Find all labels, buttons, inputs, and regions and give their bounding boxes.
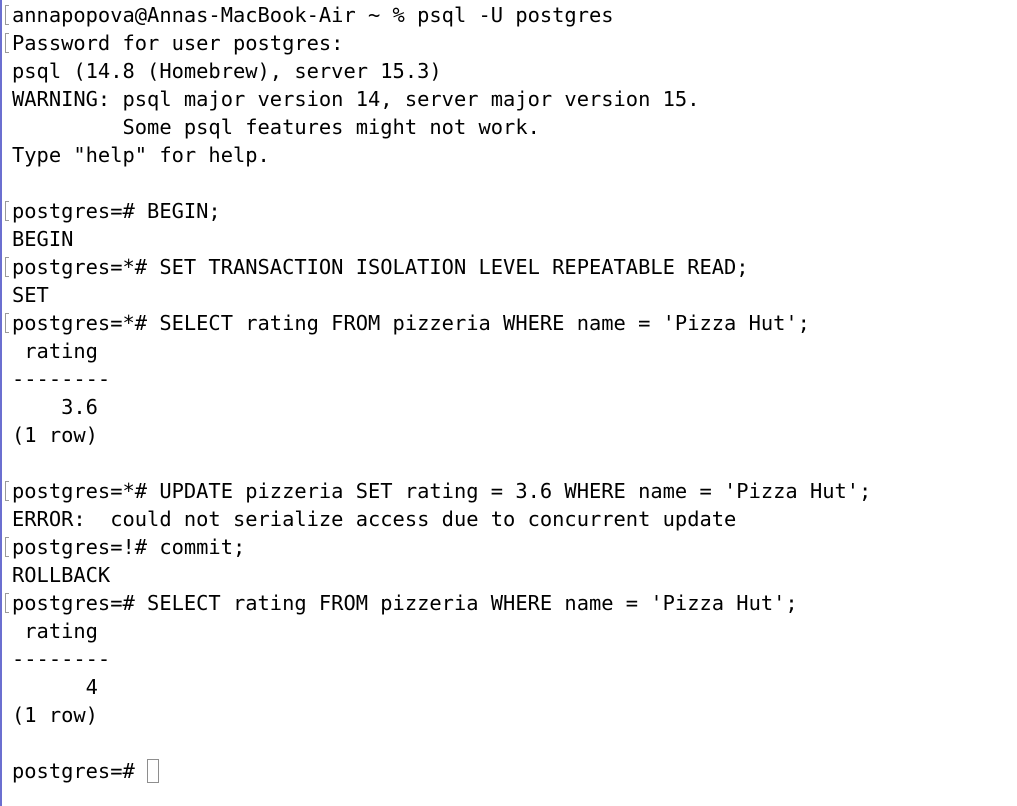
text-cursor [147, 759, 160, 783]
output-line: postgres=*# SET TRANSACTION ISOLATION LE… [5, 253, 871, 281]
output-line: rating [12, 337, 871, 365]
output-line: 3.6 [12, 393, 871, 421]
line-text: Type "help" for help. [12, 143, 270, 167]
line-text: postgres=*# SELECT rating FROM pizzeria … [12, 311, 810, 335]
line-text: postgres=*# UPDATE pizzeria SET rating =… [12, 479, 872, 503]
line-text: (1 row) [12, 703, 98, 727]
output-line: -------- [12, 365, 871, 393]
line-text: postgres=*# SET TRANSACTION ISOLATION LE… [12, 255, 749, 279]
mark-bracket [5, 33, 9, 53]
line-text: 4 [12, 675, 98, 699]
output-line: psql (14.8 (Homebrew), server 15.3) [12, 57, 871, 85]
terminal-output: annapopova@Annas-MacBook-Air ~ % psql -U… [5, 1, 872, 785]
line-text: ROLLBACK [12, 563, 111, 587]
output-line: SET [12, 281, 871, 309]
output-line: WARNING: psql major version 14, server m… [12, 85, 871, 113]
line-text: postgres=# BEGIN; [12, 199, 221, 223]
output-line: (1 row) [12, 701, 871, 729]
line-text: 3.6 [12, 395, 98, 419]
mark-bracket [5, 481, 9, 501]
output-line: annapopova@Annas-MacBook-Air ~ % psql -U… [5, 1, 871, 29]
output-line: Type "help" for help. [12, 141, 871, 169]
line-text: SET [12, 283, 49, 307]
line-text: annapopova@Annas-MacBook-Air ~ % psql -U… [12, 3, 614, 27]
line-text: rating [12, 339, 98, 363]
line-text: rating [12, 619, 98, 643]
output-line: Some psql features might not work. [12, 113, 871, 141]
line-text: Some psql features might not work. [12, 115, 540, 139]
output-line: ERROR: could not serialize access due to… [12, 505, 871, 533]
mark-bracket [5, 5, 9, 25]
mark-bracket [5, 201, 9, 221]
output-line: ROLLBACK [12, 561, 871, 589]
mark-bracket [5, 257, 9, 277]
output-line: 4 [12, 673, 871, 701]
prompt-text: postgres=# [12, 759, 148, 783]
output-line: BEGIN [12, 225, 871, 253]
mark-bracket [5, 593, 9, 613]
output-line: postgres=*# SELECT rating FROM pizzeria … [5, 309, 871, 337]
output-line: -------- [12, 645, 871, 673]
line-text: BEGIN [12, 227, 74, 251]
terminal-window[interactable]: annapopova@Annas-MacBook-Air ~ % psql -U… [0, 0, 1017, 806]
output-line: Password for user postgres: [5, 29, 871, 57]
output-line: (1 row) [12, 421, 871, 449]
output-line: postgres=!# commit; [5, 533, 871, 561]
line-text: WARNING: psql major version 14, server m… [12, 87, 700, 111]
line-text: postgres=!# commit; [12, 535, 246, 559]
output-line: postgres=# SELECT rating FROM pizzeria W… [5, 589, 871, 617]
line-text: -------- [12, 647, 111, 671]
line-text: postgres=# SELECT rating FROM pizzeria W… [12, 591, 798, 615]
output-line: rating [12, 617, 871, 645]
prompt-line[interactable]: postgres=# [12, 757, 871, 785]
line-text: -------- [12, 367, 111, 391]
line-text: ERROR: could not serialize access due to… [12, 507, 737, 531]
output-line: postgres=# BEGIN; [5, 197, 871, 225]
mark-bracket [5, 313, 9, 333]
line-text: (1 row) [12, 423, 98, 447]
output-line: postgres=*# UPDATE pizzeria SET rating =… [5, 477, 872, 505]
line-text: psql (14.8 (Homebrew), server 15.3) [12, 59, 442, 83]
mark-bracket [5, 537, 9, 557]
line-text: Password for user postgres: [12, 31, 344, 55]
